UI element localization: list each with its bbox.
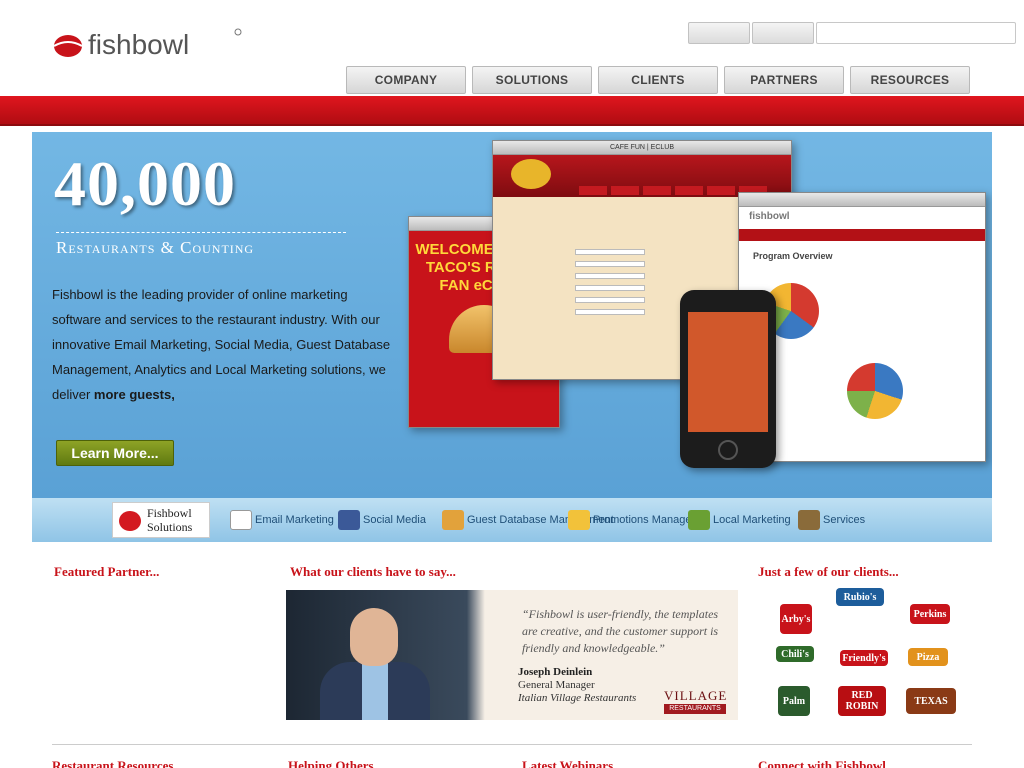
mimis-form-field[interactable]	[575, 297, 645, 303]
social-icon	[338, 510, 360, 531]
footer-heading-latest-webinars: Latest Webinars	[522, 758, 614, 768]
strip-local-marketing[interactable]: Local Marketing	[688, 504, 791, 536]
nav-partners-button[interactable]: PARTNERS	[724, 66, 844, 94]
mimis-window-bar: CAFE FUN | ECLUB	[493, 141, 791, 155]
testimonial-title: General Manager	[518, 679, 595, 691]
top-button-1[interactable]	[688, 22, 750, 44]
mimis-logo	[511, 159, 551, 189]
mimis-nav-link-5[interactable]	[707, 186, 735, 195]
strip-promotions-manager[interactable]: Promotions Manager	[568, 504, 695, 536]
hero-description-text: Fishbowl is the leading provider of onli…	[52, 287, 391, 402]
testimonial-quote: “Fishbowl is user-friendly, the template…	[522, 607, 719, 655]
store-icon	[688, 510, 710, 531]
mimis-form-field[interactable]	[575, 273, 645, 279]
client-logo-chilis[interactable]: Chili's	[776, 646, 814, 662]
footer-heading-connect: Connect with Fishbowl	[758, 758, 886, 768]
dashboard-pie-chart-2	[847, 363, 903, 419]
client-logo-rubios[interactable]: Rubio's	[836, 588, 884, 606]
strip-services[interactable]: Services	[798, 504, 865, 536]
fishbowl-logo[interactable]: fishbowl	[48, 24, 244, 62]
search-field[interactable]	[816, 22, 1016, 44]
strip-label: Local Marketing	[713, 514, 791, 526]
clients-heading: Just a few of our clients...	[758, 564, 899, 579]
strip-social-media[interactable]: Social Media	[338, 504, 426, 536]
client-logo-red-robin[interactable]: RED ROBIN	[838, 686, 886, 716]
mimis-form-field[interactable]	[575, 285, 645, 291]
learn-more-button[interactable]: Learn More...	[56, 440, 174, 466]
nav-clients-button[interactable]: CLIENTS	[598, 66, 718, 94]
testimonial-heading: What our clients have to say...	[290, 564, 456, 579]
testimonial-attribution: Joseph Deinlein General Manager Italian …	[518, 666, 646, 705]
hero-heading: 40,000	[54, 148, 236, 219]
nav-resources-button[interactable]: RESOURCES	[850, 66, 970, 94]
phone-home-button	[718, 440, 738, 460]
fishbowl-logo-graphic: fishbowl	[53, 28, 242, 60]
client-logo-texas[interactable]: TEXAS	[906, 688, 956, 714]
client-logo-friendlys[interactable]: Friendly's	[840, 650, 888, 666]
promotions-icon	[568, 510, 590, 531]
client-logo-perkins[interactable]: Perkins	[910, 604, 950, 624]
testimonial-name: Joseph Deinlein	[518, 666, 593, 678]
hero-banner: 40,000 Restaurants & Counting Fishbowl i…	[32, 132, 992, 498]
testimonial-person-photo	[350, 608, 398, 666]
header-red-bar	[0, 96, 1024, 126]
strip-label: Services	[823, 514, 866, 526]
dashboard-window-bar	[739, 193, 985, 207]
hero-description: Fishbowl is the leading provider of onli…	[52, 282, 398, 407]
fishbowl-solutions-logo[interactable]: Fishbowl Solutions	[112, 502, 210, 538]
hero-divider	[56, 232, 346, 233]
mobile-phone-mockup	[680, 290, 776, 468]
mimis-nav-link-3[interactable]	[643, 186, 671, 195]
strip-label: Promotions Manager	[593, 514, 696, 526]
dashboard-nav-bar	[739, 229, 985, 241]
mimis-form-field[interactable]	[575, 249, 645, 255]
mimis-nav-link-1[interactable]	[579, 186, 607, 195]
hero-subheading: Restaurants & Counting	[56, 238, 255, 257]
logo-wordmark: fishbowl	[88, 29, 189, 60]
featured-partner-heading: Featured Partner...	[54, 564, 160, 579]
footer-heading-restaurant-resources: Restaurant Resources	[52, 758, 174, 768]
footer-heading-helping-others: Helping Others	[288, 758, 374, 768]
services-icon	[798, 510, 820, 531]
testimonial-panel: “Fishbowl is user-friendly, the template…	[286, 590, 738, 720]
fishbowl-solutions-label: Fishbowl Solutions	[147, 506, 193, 534]
client-logo-palm[interactable]: Palm	[778, 686, 810, 716]
phone-screen	[688, 312, 768, 432]
client-logo-arbys[interactable]: Arby's	[780, 604, 812, 634]
main-nav: COMPANY SOLUTIONS CLIENTS PARTNERS RESOU…	[0, 66, 1024, 96]
nav-solutions-button[interactable]: SOLUTIONS	[472, 66, 592, 94]
footer-divider	[52, 744, 972, 745]
strip-email-marketing[interactable]: Email Marketing	[230, 504, 334, 536]
fishbowl-solutions-icon	[119, 511, 141, 531]
mimis-nav-link-2[interactable]	[611, 186, 639, 195]
village-logo: VILLAGE	[664, 688, 728, 703]
village-logo-sub: RESTAURANTS	[664, 704, 726, 714]
top-button-2[interactable]	[752, 22, 814, 44]
nav-company-button[interactable]: COMPANY	[346, 66, 466, 94]
solutions-strip: Fishbowl Solutions Email Marketing Socia…	[32, 498, 992, 542]
mimis-form-field[interactable]	[575, 261, 645, 267]
mimis-window-title: CAFE FUN | ECLUB	[609, 144, 675, 151]
client-logo-pizza[interactable]: Pizza	[908, 648, 948, 666]
testimonial-company: Italian Village Restaurants	[518, 692, 637, 704]
mimis-nav-link-4[interactable]	[675, 186, 703, 195]
database-icon	[442, 510, 464, 531]
hero-description-bold: more guests,	[93, 387, 175, 402]
dashboard-title: Program Overview	[753, 251, 833, 261]
mimis-form-field[interactable]	[575, 309, 645, 315]
testimonial-person-shirt	[362, 662, 388, 720]
strip-label: Email Marketing	[255, 514, 334, 526]
envelope-icon	[230, 510, 252, 531]
strip-label: Social Media	[363, 514, 426, 526]
dashboard-logo: fishbowl	[749, 211, 790, 222]
